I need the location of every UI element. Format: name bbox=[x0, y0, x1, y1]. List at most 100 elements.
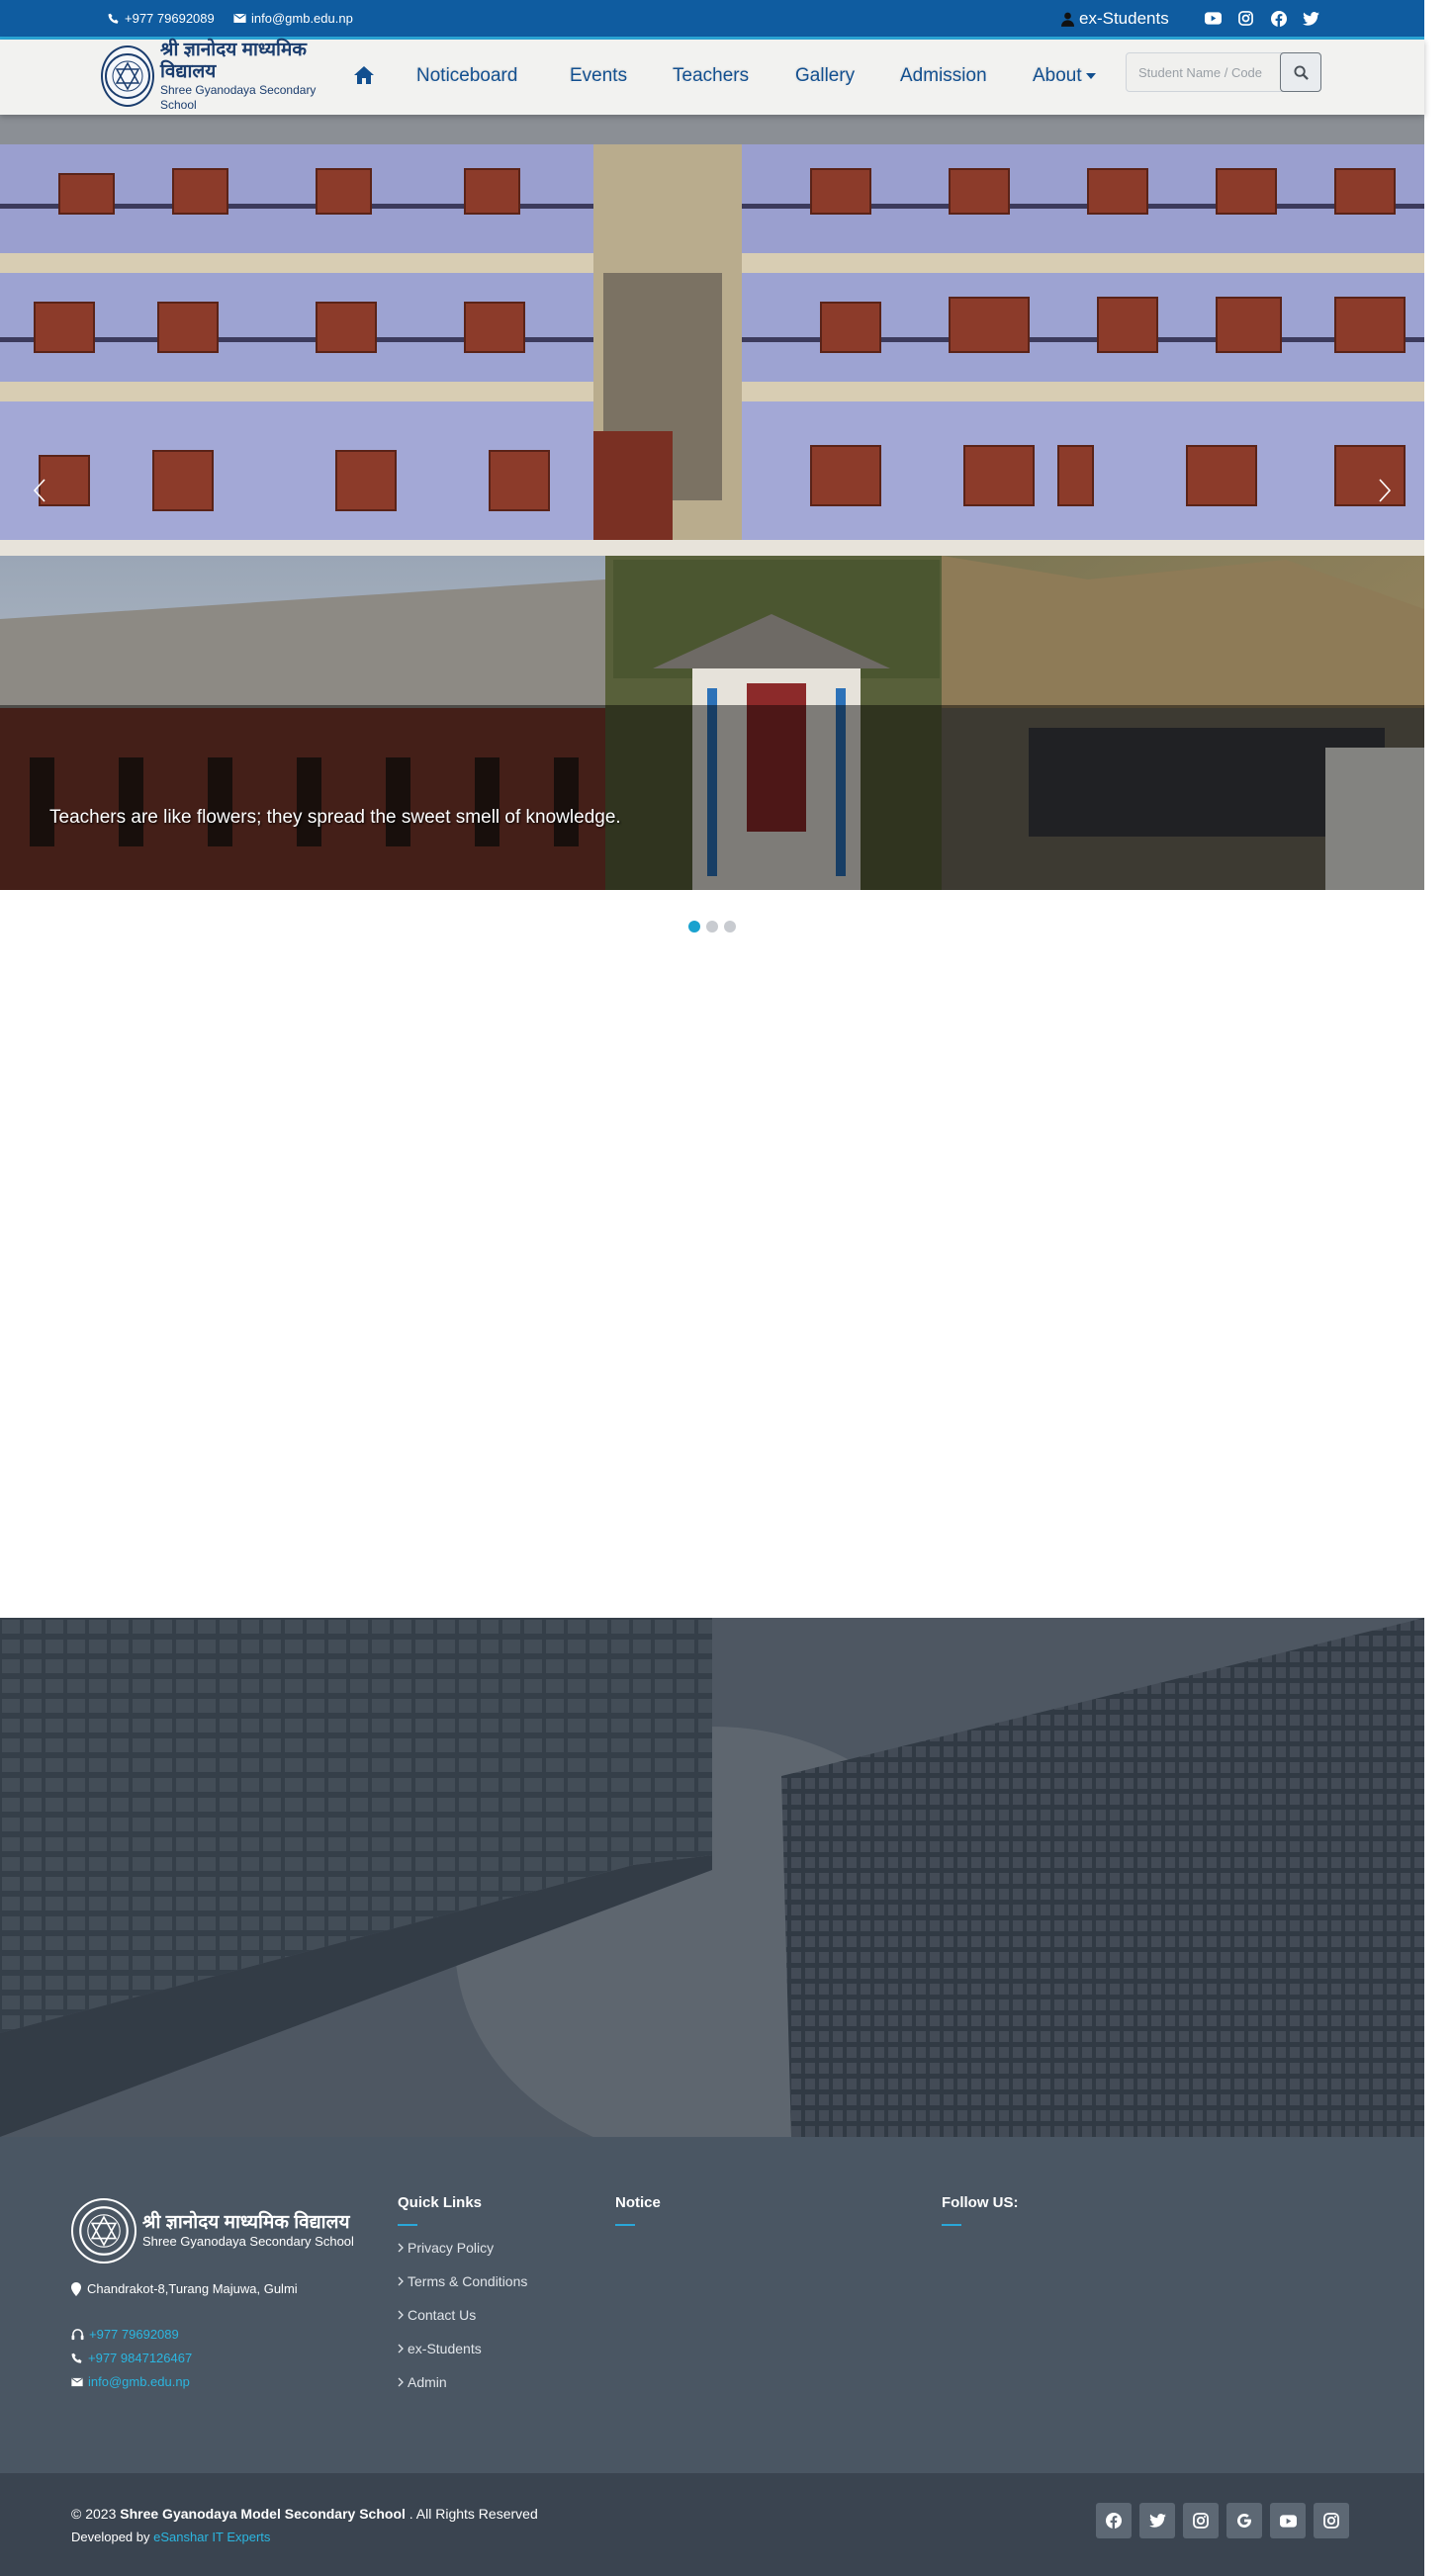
user-icon bbox=[1061, 12, 1074, 27]
nav-noticeboard[interactable]: Noticeboard bbox=[416, 65, 517, 87]
phone-icon bbox=[108, 13, 119, 24]
developer-link[interactable]: eSanshar IT Experts bbox=[153, 2530, 270, 2544]
school-seal-icon bbox=[101, 45, 154, 107]
nav-about[interactable]: About bbox=[1033, 65, 1096, 87]
footer-logo-nepali: श्री ज्ञानोदय माध्यमिक विद्यालय bbox=[142, 2212, 350, 2233]
quick-link-privacy[interactable]: Privacy Policy bbox=[398, 2240, 494, 2256]
developer-credit: Developed by eSanshar IT Experts bbox=[71, 2530, 270, 2544]
chevron-right-icon bbox=[1379, 479, 1392, 502]
twitter-icon[interactable] bbox=[1303, 10, 1319, 27]
slide-indicator-1[interactable] bbox=[688, 921, 700, 933]
nav-teachers[interactable]: Teachers bbox=[673, 65, 749, 87]
quick-link-label: ex-Students bbox=[408, 2341, 482, 2356]
home-icon bbox=[354, 66, 374, 84]
follow-us-title: Follow US: bbox=[942, 2194, 1019, 2226]
footer-phone1[interactable]: +977 79692089 bbox=[71, 2327, 179, 2342]
quick-link-label: Admin bbox=[408, 2374, 447, 2390]
slider-indicators bbox=[688, 921, 736, 933]
logo-english-name: Shree Gyanodaya Secondary School bbox=[160, 83, 317, 112]
caption-overlay bbox=[0, 705, 1424, 890]
ex-students-link[interactable]: ex-Students bbox=[1061, 9, 1169, 29]
buildings-background-image bbox=[0, 1618, 1424, 2137]
slider-prev-button[interactable] bbox=[20, 461, 59, 520]
chevron-left-icon bbox=[33, 479, 45, 502]
footer-logo-english: Shree Gyanodaya Secondary School bbox=[142, 2234, 354, 2249]
quick-link-ex-students[interactable]: ex-Students bbox=[398, 2341, 482, 2356]
nav-events[interactable]: Events bbox=[570, 65, 627, 87]
copyright-bar: © 2023 Shree Gyanodaya Model Secondary S… bbox=[0, 2473, 1424, 2576]
footer-phone2[interactable]: +977 9847126467 bbox=[71, 2351, 192, 2365]
copyright-text: © 2023 Shree Gyanodaya Model Secondary S… bbox=[71, 2506, 538, 2522]
google-button[interactable] bbox=[1226, 2503, 1262, 2538]
facebook-button[interactable] bbox=[1096, 2503, 1132, 2538]
nav-about-label: About bbox=[1033, 65, 1082, 86]
envelope-icon bbox=[71, 2377, 83, 2386]
page-right-edge bbox=[1424, 0, 1452, 2576]
instagram-icon bbox=[1323, 2513, 1339, 2529]
map-marker-icon bbox=[71, 2281, 81, 2296]
caret-down-icon bbox=[1085, 73, 1096, 79]
phone-icon bbox=[71, 2353, 82, 2363]
nav-admission[interactable]: Admission bbox=[900, 65, 987, 87]
twitter-icon bbox=[1148, 2514, 1166, 2528]
student-search-input[interactable] bbox=[1126, 52, 1284, 92]
slide-indicator-2[interactable] bbox=[706, 921, 718, 933]
top-bar: +977 79692089 info@gmb.edu.np ex-Student… bbox=[0, 0, 1424, 40]
footer-address: Chandrakot-8,Turang Majuwa, Gulmi bbox=[71, 2281, 298, 2296]
headset-icon bbox=[71, 2328, 84, 2340]
page: +977 79692089 info@gmb.edu.np ex-Student… bbox=[0, 0, 1452, 2576]
quick-link-label: Privacy Policy bbox=[408, 2240, 495, 2256]
slide-indicator-3[interactable] bbox=[724, 921, 736, 933]
school-logo[interactable]: श्री ज्ञानोदय माध्यमिक विद्यालय Shree Gy… bbox=[101, 40, 334, 112]
topbar-email-text: info@gmb.edu.np bbox=[251, 11, 353, 26]
youtube-icon bbox=[1279, 2514, 1297, 2528]
quick-link-admin[interactable]: Admin bbox=[398, 2374, 447, 2390]
search-button[interactable] bbox=[1280, 52, 1321, 92]
logo-nepali-name: श्री ज्ञानोदय माध्यमिक विद्यालय bbox=[160, 40, 307, 82]
footer-social-buttons bbox=[1096, 2503, 1349, 2538]
chevron-right-icon bbox=[398, 2310, 404, 2320]
footer-seal-icon bbox=[71, 2198, 136, 2264]
slider-next-button[interactable] bbox=[1365, 461, 1405, 520]
quick-link-label: Terms & Conditions bbox=[408, 2273, 528, 2289]
topbar-phone[interactable]: +977 79692089 bbox=[108, 11, 215, 26]
chevron-right-icon bbox=[398, 2276, 404, 2286]
chevron-right-icon bbox=[398, 2377, 404, 2387]
footer-logo[interactable]: श्री ज्ञानोदय माध्यमिक विद्यालय Shree Gy… bbox=[71, 2198, 354, 2264]
nav-gallery[interactable]: Gallery bbox=[795, 65, 855, 87]
youtube-button[interactable] bbox=[1270, 2503, 1306, 2538]
envelope-icon bbox=[233, 13, 246, 23]
footer-phone2-link[interactable]: +977 9847126467 bbox=[88, 2351, 192, 2365]
copyright-suffix: . All Rights Reserved bbox=[408, 2506, 538, 2522]
instagram-button[interactable] bbox=[1183, 2503, 1219, 2538]
footer: श्री ज्ञानोदय माध्यमिक विद्यालय Shree Gy… bbox=[0, 2137, 1424, 2473]
nav-home[interactable] bbox=[353, 65, 375, 90]
copyright-prefix: © 2023 bbox=[71, 2506, 117, 2522]
ex-students-label: ex-Students bbox=[1079, 9, 1169, 28]
notice-title: Notice bbox=[615, 2194, 661, 2226]
facebook-icon[interactable] bbox=[1270, 10, 1287, 27]
topbar-email[interactable]: info@gmb.edu.np bbox=[233, 11, 353, 26]
footer-phone1-link[interactable]: +977 79692089 bbox=[89, 2327, 179, 2342]
footer-address-text: Chandrakot-8,Turang Majuwa, Gulmi bbox=[87, 2281, 298, 2296]
footer-email-link[interactable]: info@gmb.edu.np bbox=[88, 2374, 190, 2389]
twitter-button[interactable] bbox=[1139, 2503, 1175, 2538]
quick-link-contact[interactable]: Contact Us bbox=[398, 2307, 476, 2323]
footer-email[interactable]: info@gmb.edu.np bbox=[71, 2374, 190, 2389]
quick-link-label: Contact Us bbox=[408, 2307, 477, 2323]
instagram-button-2[interactable] bbox=[1314, 2503, 1349, 2538]
parallax-banner bbox=[0, 1618, 1424, 2137]
developed-by-label: Developed by bbox=[71, 2530, 150, 2544]
main-navbar: श्री ज्ञानोदय माध्यमिक विद्यालय Shree Gy… bbox=[0, 40, 1424, 115]
student-search bbox=[1126, 52, 1321, 92]
topbar-social bbox=[1205, 10, 1319, 27]
chevron-right-icon bbox=[398, 2344, 404, 2354]
copyright-school: Shree Gyanodaya Model Secondary School bbox=[120, 2506, 406, 2522]
google-icon bbox=[1237, 2513, 1251, 2528]
quick-links-title: Quick Links bbox=[398, 2194, 483, 2226]
youtube-icon[interactable] bbox=[1205, 10, 1222, 27]
hero-slider: Teachers are like flowers; they spread t… bbox=[0, 115, 1424, 890]
quick-link-terms[interactable]: Terms & Conditions bbox=[398, 2273, 527, 2289]
search-icon bbox=[1293, 64, 1309, 80]
instagram-icon[interactable] bbox=[1237, 10, 1254, 27]
